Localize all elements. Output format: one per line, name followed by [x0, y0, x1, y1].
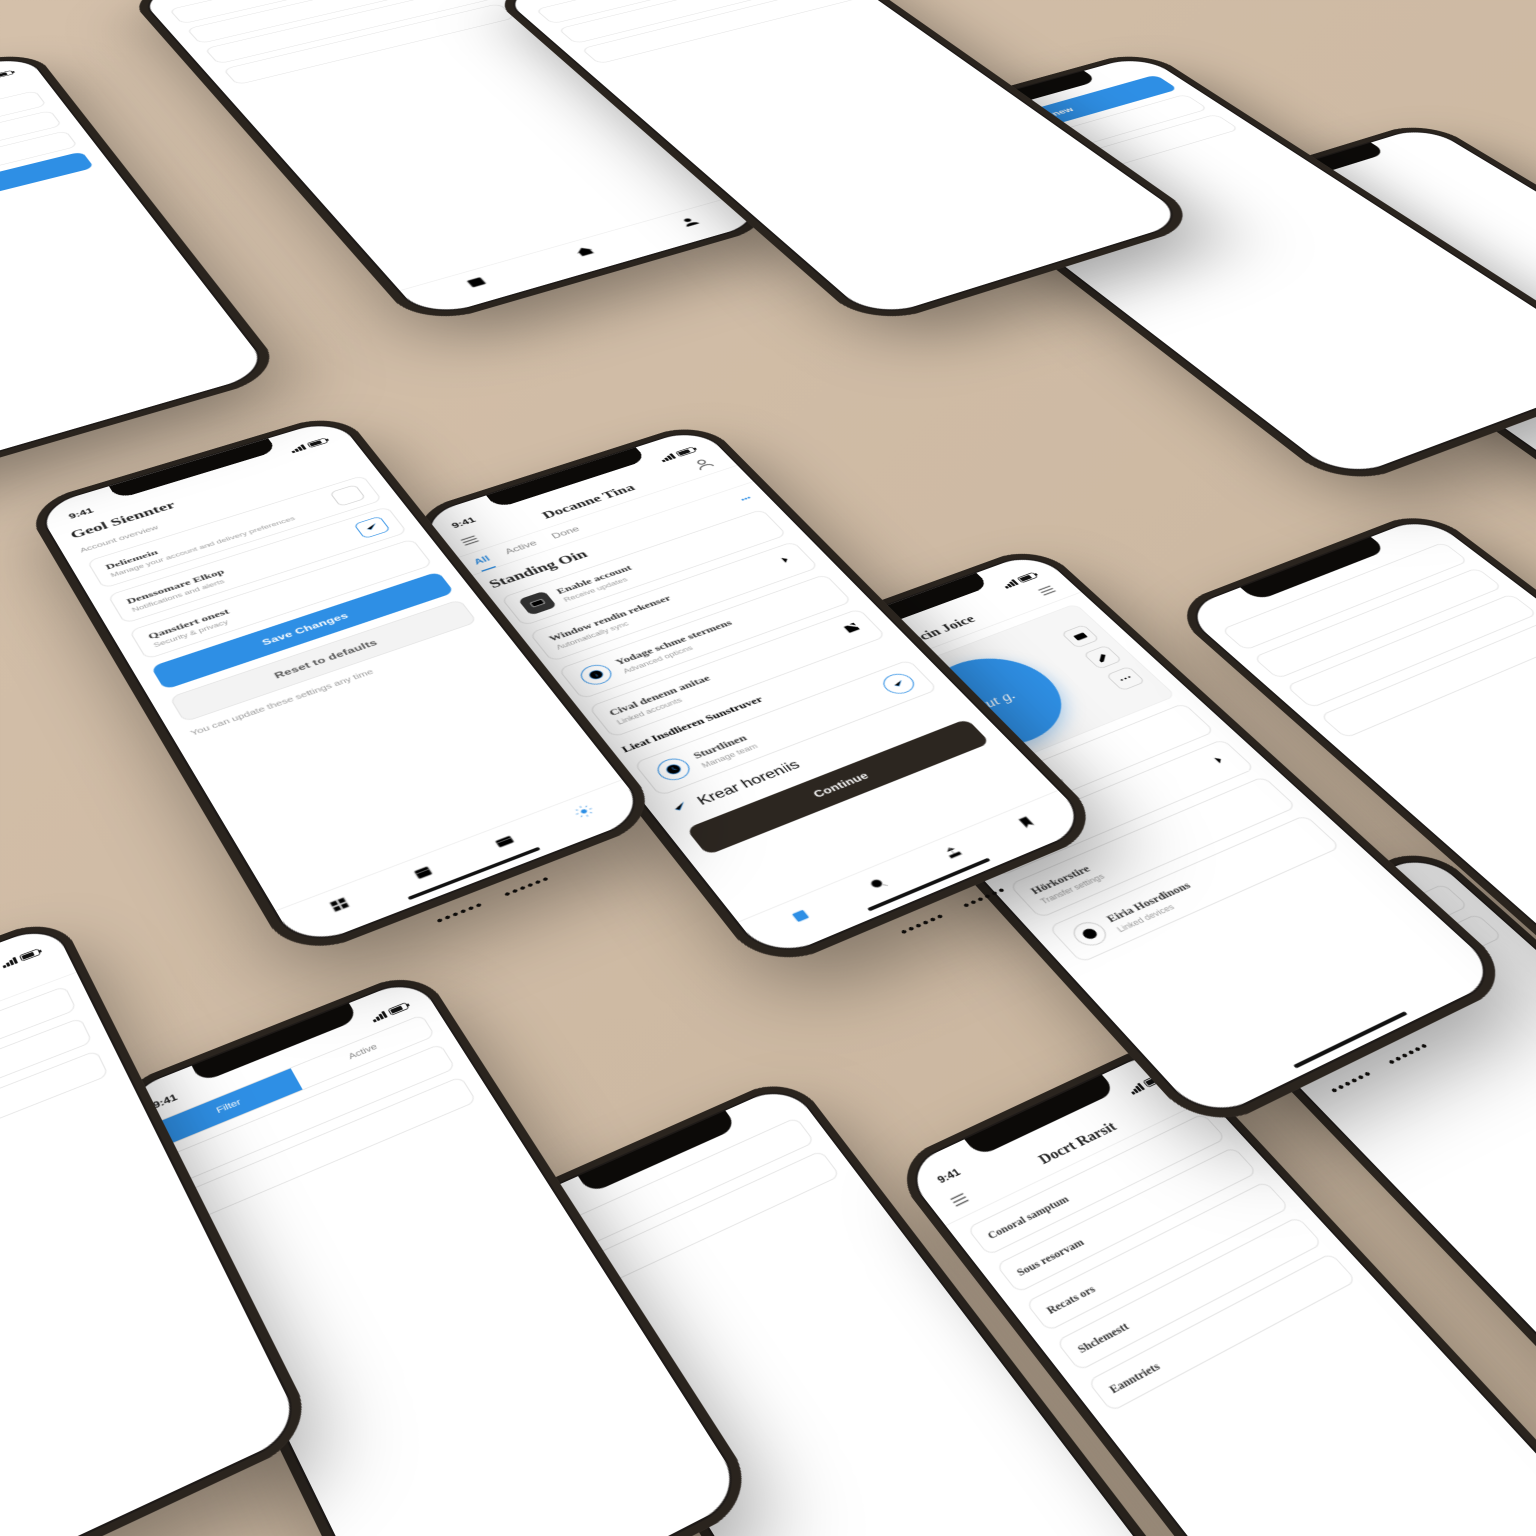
device-icon	[1067, 918, 1112, 950]
battery-icon	[307, 438, 329, 448]
info-icon	[576, 661, 617, 688]
more-icon[interactable]	[1106, 666, 1146, 691]
settings-item[interactable]: Denssomare Elkop Notifications and alert…	[107, 506, 407, 623]
item-label: Denssomare Elkop	[124, 528, 350, 607]
signal-icon	[289, 444, 306, 453]
bg-item[interactable]: Euferimbes	[0, 1050, 109, 1193]
nav-search-icon[interactable]	[863, 874, 896, 898]
bg-item[interactable]: Orsert Tarthastent	[0, 986, 77, 1121]
list-item[interactable]: Shclemestt	[1056, 1216, 1323, 1371]
item-desc: Automatically sync	[555, 569, 777, 651]
section-title: Standing Oin	[486, 548, 591, 592]
tabs: All Active Done	[451, 465, 753, 578]
tab-all[interactable]: All	[472, 554, 497, 572]
status-time: 9:41	[450, 516, 478, 530]
bg-item[interactable]: Phanentaruin	[0, 1017, 93, 1156]
nav-card-icon[interactable]	[490, 832, 521, 856]
bg-item[interactable]	[581, 0, 858, 64]
list-item[interactable]: Sous resorvam	[995, 1147, 1257, 1294]
nav-icon[interactable]	[675, 215, 706, 232]
bg-primary-button[interactable]: Add new	[0, 151, 94, 243]
nav-home-icon[interactable]	[785, 905, 818, 930]
checkbox-icon[interactable]	[353, 516, 391, 539]
item-desc: Notifications and alerts	[130, 536, 354, 612]
nav-settings-icon[interactable]	[569, 802, 600, 825]
link-more[interactable]: •••	[739, 495, 754, 504]
item-label: Window rendin rekenser	[546, 560, 770, 644]
battery-icon	[1017, 572, 1039, 583]
bg-item[interactable]	[204, 0, 494, 64]
bg-item[interactable]	[186, 1076, 477, 1219]
menu-icon[interactable]	[1032, 582, 1062, 600]
nav-icon[interactable]	[462, 275, 494, 293]
wallet-icon[interactable]	[1061, 624, 1100, 648]
chevron-right-icon	[773, 552, 801, 570]
menu-icon[interactable]	[944, 1188, 975, 1213]
edit-icon[interactable]	[1083, 645, 1123, 670]
nav-home-icon[interactable]	[325, 894, 356, 919]
check-icon[interactable]	[878, 670, 920, 697]
status-time: 9:41	[67, 506, 95, 520]
clock-icon	[652, 755, 695, 784]
bg-item[interactable]	[558, 0, 832, 44]
item-label: Qanstiert onest	[146, 548, 411, 641]
item-desc: Receive updates	[562, 528, 770, 603]
tab-done[interactable]: Done	[549, 524, 586, 545]
profile-icon[interactable]	[689, 456, 718, 473]
bg-item[interactable]: Euferimbes	[0, 131, 78, 220]
item-desc: Manage your account and delivery prefere…	[109, 504, 330, 578]
item-label: Yodage schme stermens	[613, 584, 828, 667]
bg-item[interactable]	[1319, 621, 1536, 739]
card-icon	[518, 591, 557, 616]
header-title: Tocin Joice	[900, 613, 979, 649]
signal-icon	[659, 453, 676, 462]
settings-item[interactable]: Qanstiert onest Security & privacy	[129, 539, 433, 660]
battery-icon	[675, 447, 697, 457]
list-item[interactable]: Recats ors	[1025, 1181, 1290, 1332]
item-desc: Security & privacy	[152, 558, 416, 649]
chevron-icon	[329, 484, 366, 506]
bg-title: Si Juro	[0, 78, 32, 154]
signal-icon	[1001, 579, 1019, 589]
bg-phone: 9:41 Si Juro Orsert Tarthastent Phanenta…	[0, 914, 319, 1536]
nav-list-icon[interactable]	[408, 863, 439, 887]
list-item[interactable]: Eanntriets	[1087, 1253, 1357, 1412]
bg-item[interactable]	[535, 0, 806, 24]
bg-item[interactable]	[186, 0, 473, 44]
item-label: Deliemein	[104, 496, 326, 572]
segmented-tab-active[interactable]: Filter	[154, 1068, 303, 1146]
nav-icon[interactable]	[570, 244, 602, 262]
bg-item[interactable]	[223, 3, 516, 85]
nav-share-icon[interactable]	[938, 843, 971, 867]
task-item[interactable]: Enable account Receive updates	[501, 509, 788, 626]
bg-item[interactable]	[169, 0, 452, 24]
bg-item[interactable]	[1286, 594, 1536, 709]
item-label: Enable account	[554, 519, 764, 596]
task-item[interactable]: Window rendin rekenser Automatically syn…	[529, 541, 819, 662]
menu-icon[interactable]	[455, 531, 485, 549]
nav-bookmark-icon[interactable]	[1011, 813, 1044, 836]
check-small-icon	[666, 798, 697, 821]
bg-item[interactable]: Orsert Tarthastent	[0, 90, 47, 174]
bg-header: Si Juro	[0, 947, 77, 1093]
chevron-right-icon	[1205, 751, 1235, 771]
status-time: 9:41	[804, 646, 832, 661]
page-subtitle: Account overview	[79, 463, 359, 555]
bg-item[interactable]: Phanentaruin	[0, 110, 62, 197]
tab-active[interactable]: Active	[503, 539, 544, 562]
